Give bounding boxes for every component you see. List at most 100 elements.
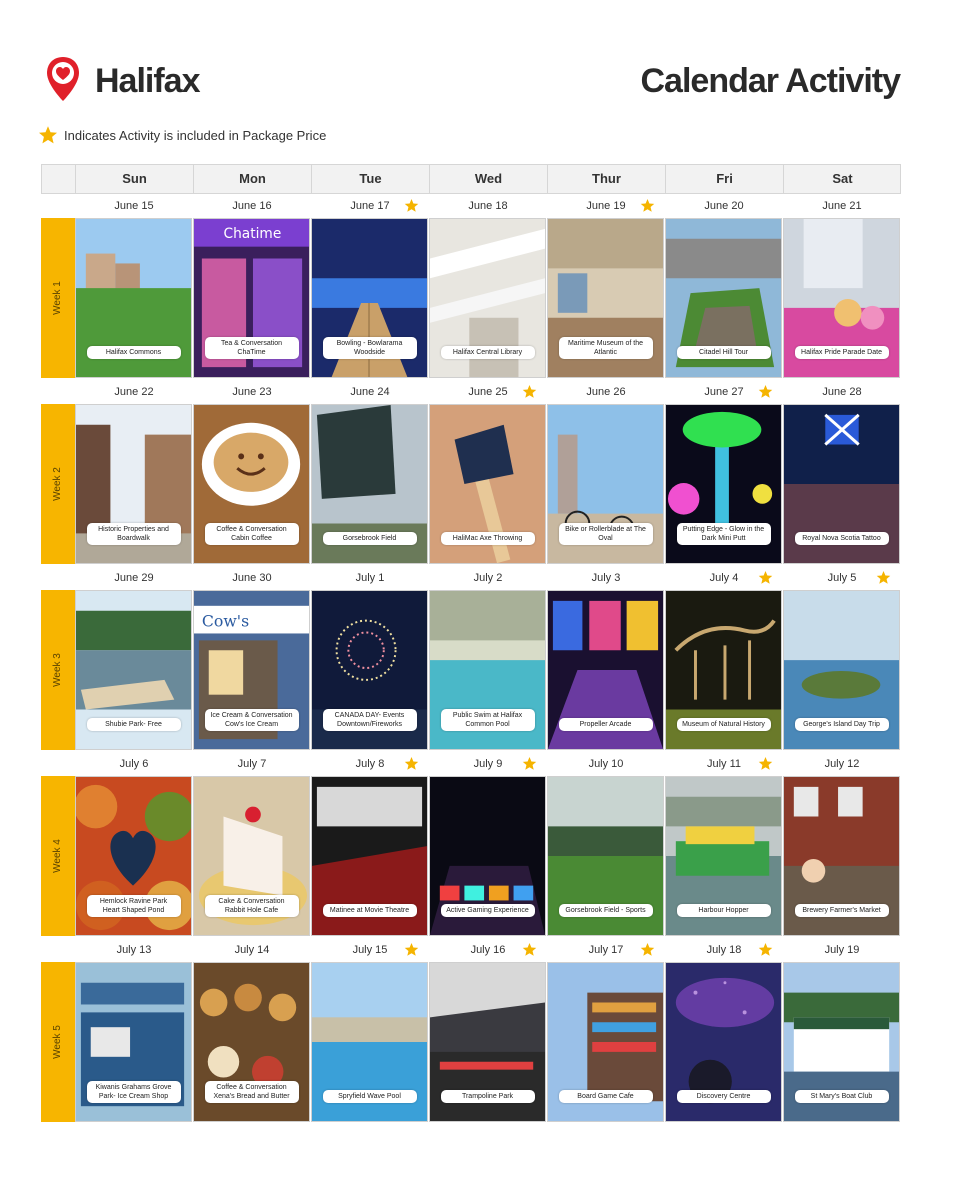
activity-card[interactable]: Gorsebrook Field [311, 404, 428, 564]
activity-caption: Spryfield Wave Pool [322, 1090, 417, 1103]
activity-caption: Historic Properties and Boardwalk [86, 523, 181, 545]
activity-caption: Board Game Cafe [558, 1090, 653, 1103]
activity-card[interactable]: Trampoline Park [429, 962, 546, 1122]
activity-card[interactable]: Cake & Conversation Rabbit Hole Cafe [193, 776, 310, 936]
activity-card[interactable]: Hemlock Ravine Park Heart Shaped Pond [75, 776, 192, 936]
day-header-row: Sun Mon Tue Wed Thur Fri Sat [41, 164, 901, 194]
activity-caption: Brewery Farmer's Market [794, 904, 889, 917]
date-label: July 9 [473, 758, 503, 770]
date-label: June 30 [232, 572, 272, 584]
star-icon [522, 756, 537, 770]
activity-card[interactable]: Propeller Arcade [547, 590, 664, 750]
activity-card[interactable]: George's Island Day Trip [783, 590, 900, 750]
date-label: July 4 [709, 572, 739, 584]
page-header: Halifax Calendar Activity Indicates Acti… [0, 0, 960, 160]
activity-caption: Discovery Centre [676, 1090, 771, 1103]
date-cell: June 23 [193, 380, 311, 404]
date-cell: July 1 [311, 566, 429, 590]
activity-card[interactable]: St Mary's Boat Club [783, 962, 900, 1122]
date-label: July 13 [116, 944, 152, 956]
date-cell: July 8 [311, 752, 429, 776]
star-icon [404, 942, 419, 956]
activity-caption: Maritime Museum of the Atlantic [558, 337, 653, 359]
date-cell: July 3 [547, 566, 665, 590]
star-icon [758, 570, 773, 584]
date-label: July 7 [237, 758, 267, 770]
activity-card[interactable]: Putting Edge - Glow in the Dark Mini Put… [665, 404, 782, 564]
activity-card[interactable]: Royal Nova Scotia Tattoo [783, 404, 900, 564]
date-cell: July 9 [429, 752, 547, 776]
activity-card[interactable]: Brewery Farmer's Market [783, 776, 900, 936]
week-row: June 15 June 16 June 17 June 18 June 19 June … [41, 194, 901, 380]
activity-card[interactable]: Matinee at Movie Theatre [311, 776, 428, 936]
date-cell: July 18 [665, 938, 783, 962]
date-cell: July 14 [193, 938, 311, 962]
day-header-fri: Fri [665, 165, 783, 193]
activity-caption: George's Island Day Trip [794, 718, 889, 731]
date-cell: June 28 [783, 380, 901, 404]
activity-card[interactable]: Coffee & Conversation Xena's Bread and B… [193, 962, 310, 1122]
date-label: June 15 [114, 200, 154, 212]
activity-card[interactable]: Discovery Centre [665, 962, 782, 1122]
date-cell: June 18 [429, 194, 547, 218]
activity-card[interactable]: Board Game Cafe [547, 962, 664, 1122]
activity-card[interactable]: Bike or Rollerblade at The Oval [547, 404, 664, 564]
page-title: Calendar Activity [640, 62, 901, 100]
week-label: Week 4 [52, 839, 63, 873]
activity-caption: Bike or Rollerblade at The Oval [558, 523, 653, 545]
activity-card[interactable]: Historic Properties and Boardwalk [75, 404, 192, 564]
activity-card[interactable]: Gorsebrook Field - Sports [547, 776, 664, 936]
activity-card[interactable]: Museum of Natural History [665, 590, 782, 750]
date-cell: June 17 [311, 194, 429, 218]
activity-card[interactable]: Coffee & Conversation Cabin Coffee [193, 404, 310, 564]
date-cell: July 5 [783, 566, 901, 590]
activity-card[interactable]: Maritime Museum of the Atlantic [547, 218, 664, 378]
activity-caption: Halifax Commons [86, 346, 181, 359]
activity-caption: Museum of Natural History [676, 718, 771, 731]
activity-card[interactable]: Bowling - Bowlarama Woodside [311, 218, 428, 378]
date-label: July 2 [473, 572, 503, 584]
date-label: June 16 [232, 200, 272, 212]
date-cell: July 4 [665, 566, 783, 590]
activity-card[interactable]: Spryfield Wave Pool [311, 962, 428, 1122]
activity-caption: Trampoline Park [440, 1090, 535, 1103]
activity-caption: Gorsebrook Field [322, 532, 417, 545]
day-header-sat: Sat [783, 165, 901, 193]
activity-card[interactable]: Active Gaming Experience [429, 776, 546, 936]
activity-caption: Tea & Conversation ChaTime [204, 337, 299, 359]
date-label: June 23 [232, 386, 272, 398]
week-row: June 22 June 23 June 24 June 25 June 26 June … [41, 380, 901, 566]
date-cell: July 11 [665, 752, 783, 776]
star-icon [404, 756, 419, 770]
activity-card[interactable]: Shubie Park- Free [75, 590, 192, 750]
date-row: June 22 June 23 June 24 June 25 June 26 June … [41, 380, 901, 404]
date-label: July 17 [588, 944, 624, 956]
activity-card[interactable]: Citadel Hill Tour [665, 218, 782, 378]
activity-card[interactable]: Public Swim at Halifax Common Pool [429, 590, 546, 750]
activity-card[interactable]: Halifax Central Library [429, 218, 546, 378]
activity-card[interactable]: HaliMac Axe Throwing [429, 404, 546, 564]
date-cell: June 30 [193, 566, 311, 590]
activity-card[interactable]: Kiwanis Grahams Grove Park- Ice Cream Sh… [75, 962, 192, 1122]
activity-caption: Halifax Pride Parade Date [794, 346, 889, 359]
star-icon [404, 198, 419, 212]
date-label: June 27 [704, 386, 744, 398]
week-row: July 6 July 7 July 8 July 9 July 10 July 11 Ju… [41, 752, 901, 938]
activity-card[interactable]: Halifax Commons [75, 218, 192, 378]
star-icon [522, 942, 537, 956]
week-row: July 13 July 14 July 15 July 16 July 17 July … [41, 938, 901, 1124]
date-label: July 12 [824, 758, 860, 770]
activity-caption: Active Gaming Experience [440, 904, 535, 917]
date-cell: July 17 [547, 938, 665, 962]
activity-card[interactable]: CANADA DAY- Events Downtown/Fireworks [311, 590, 428, 750]
activity-caption: Kiwanis Grahams Grove Park- Ice Cream Sh… [86, 1081, 181, 1103]
star-icon [522, 384, 537, 398]
date-cell: July 12 [783, 752, 901, 776]
week-label: Week 2 [52, 467, 63, 501]
activity-card[interactable]: Chatime Tea & Conversation ChaTime [193, 218, 310, 378]
activity-card[interactable]: Halifax Pride Parade Date [783, 218, 900, 378]
activity-card[interactable]: Harbour Hopper [665, 776, 782, 936]
week-tab: Week 5 [41, 962, 75, 1122]
activity-caption: Public Swim at Halifax Common Pool [440, 709, 535, 731]
activity-card[interactable]: Cow's Ice Cream & Conversation Cow's Ice … [193, 590, 310, 750]
